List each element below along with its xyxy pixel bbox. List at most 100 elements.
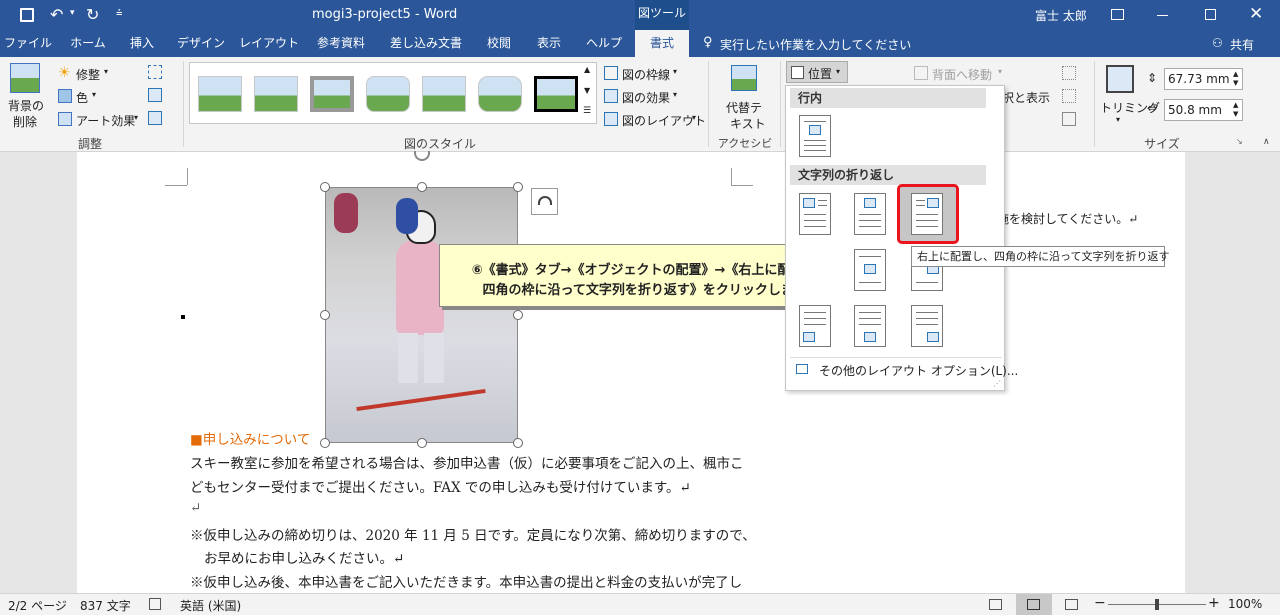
collapse-ribbon-icon[interactable]: ∧ [1263,137,1270,147]
more-layout-options[interactable]: その他のレイアウト オプション(L)... [819,362,1018,379]
zoom-level[interactable]: 100% [1228,597,1262,611]
zoom-slider-thumb[interactable] [1155,599,1159,610]
size-dialog-launcher-icon[interactable]: ↘ [1236,137,1243,146]
picture-style-thumb[interactable] [478,76,522,112]
corrections-button[interactable]: 修整 [76,66,100,83]
remove-background-icon [10,63,40,93]
remove-background-button[interactable]: 背景の 削除 [4,61,46,131]
gallery-more-icon[interactable]: ☰ [583,106,591,116]
artistic-effects-button[interactable]: アート効果 [76,112,135,129]
title-bar: ↶ ▾ ↻ ⩮ mogi3-project5 - Word 図ツール 富士 太郎… [0,0,1280,30]
position-top-center-option[interactable] [854,193,886,235]
position-bottom-left-option[interactable] [799,305,831,347]
reset-picture-icon[interactable] [148,111,162,125]
tab-review[interactable]: 校閲 [476,30,522,57]
selected-picture[interactable] [325,187,518,443]
close-icon[interactable]: ✕ [1249,4,1263,24]
resize-handle[interactable] [417,182,427,192]
share-button[interactable]: 共有 [1230,36,1254,53]
resize-grip-icon[interactable]: ⋰ [993,379,1001,388]
ribbon: 背景の 削除 ☀ 修整 ▾ 色 ▾ アート効果 ▾ 調整 ▲ ▼ ☰ 図の枠線 … [0,57,1280,166]
position-bottom-right-option[interactable] [911,305,943,347]
zoom-in-icon[interactable]: + [1208,595,1220,611]
word-count[interactable]: 837 文字 [80,597,131,614]
page-count[interactable]: 2/2 ページ [8,597,67,614]
tab-mailings[interactable]: 差し込み文書 [380,30,472,57]
position-middle-left-option[interactable] [854,249,886,291]
height-spinner-icon[interactable]: ▲ ▼ [1233,70,1238,88]
resize-handle[interactable] [417,438,427,448]
position-bottom-center-option[interactable] [854,305,886,347]
picture-style-thumb[interactable] [366,76,410,112]
maximize-icon[interactable] [1205,9,1216,20]
position-top-left-option[interactable] [799,193,831,235]
tab-home[interactable]: ホーム [60,30,116,57]
height-input[interactable]: 67.73 mm ▲ ▼ [1164,68,1243,90]
read-mode-icon[interactable] [989,599,1002,610]
tell-me-search[interactable]: 実行したい作業を入力してください [720,36,911,53]
customize-qat-icon[interactable]: ⩮ [116,6,122,20]
selection-pane-button[interactable]: 択と表示 [1002,89,1050,106]
color-button[interactable]: 色 [76,89,88,106]
ribbon-display-options-icon[interactable] [1111,9,1124,20]
redo-icon[interactable]: ↻ [86,5,99,24]
resize-handle[interactable] [320,438,330,448]
position-top-right-option[interactable] [911,193,943,235]
tab-format[interactable]: 書式 [635,30,689,57]
width-spinner-icon[interactable]: ▲ ▼ [1233,101,1238,119]
picture-style-thumb[interactable] [198,76,242,112]
change-picture-icon[interactable] [148,88,162,102]
picture-style-thumb[interactable] [534,76,578,112]
picture-style-thumb[interactable] [254,76,298,112]
position-button[interactable]: 位置 ▾ [786,61,848,83]
corrections-icon: ☀ [58,65,71,81]
tab-file[interactable]: ファイル [0,30,56,57]
minimize-icon[interactable] [1157,15,1168,16]
crop-button[interactable]: トリミング ▾ [1098,63,1160,131]
web-layout-icon[interactable] [1065,599,1078,610]
user-name[interactable]: 富士 太郎 [1035,7,1087,24]
layout-options-icon[interactable] [531,188,558,215]
rotate-icon[interactable] [1062,112,1076,126]
compress-pictures-icon[interactable] [148,65,162,79]
align-icon[interactable] [1062,66,1076,80]
picture-styles-group-label: 図のスタイル [403,137,476,151]
gallery-scroll-down-icon[interactable]: ▼ [584,86,590,95]
tab-view[interactable]: 表示 [526,30,572,57]
width-input[interactable]: 50.8 mm ▲ ▼ [1164,99,1243,121]
body-line: お早めにお申し込みください。↵ [204,551,405,567]
picture-style-thumb[interactable] [310,76,354,112]
tab-layout[interactable]: レイアウト [236,30,302,57]
picture-effects-button[interactable]: 図の効果 [622,89,670,106]
gallery-scroll-up-icon[interactable]: ▲ [584,65,590,74]
section-heading: ■申し込みについて [190,432,311,448]
group-icon[interactable] [1062,89,1076,103]
resize-handle[interactable] [513,310,523,320]
language-status[interactable]: 英語 (米国) [180,597,241,614]
send-backward-icon [914,66,928,80]
save-icon[interactable] [20,8,34,22]
inline-header: 行内 [790,88,986,108]
picture-styles-gallery[interactable]: ▲ ▼ ☰ [189,62,597,124]
proofing-icon[interactable] [149,598,161,610]
position-inline-option[interactable] [799,115,831,157]
tab-design[interactable]: デザイン [170,30,232,57]
alt-text-button[interactable]: 代替テ キスト [720,63,770,131]
tab-help[interactable]: ヘルプ [576,30,632,57]
print-layout-icon[interactable] [1016,594,1052,615]
zoom-slider[interactable] [1108,599,1206,610]
tab-references[interactable]: 参考資料 [306,30,376,57]
share-icon[interactable]: ⚇ [1212,36,1223,50]
resize-handle[interactable] [513,438,523,448]
send-backward-button[interactable]: 背面へ移動 [932,66,992,83]
undo-icon[interactable]: ↶ [50,5,63,24]
resize-handle[interactable] [320,182,330,192]
picture-border-button[interactable]: 図の枠線 [622,66,670,83]
picture-style-thumb[interactable] [422,76,466,112]
resize-handle[interactable] [320,310,330,320]
undo-dropdown-icon[interactable]: ▾ [70,8,75,18]
zoom-out-icon[interactable]: − [1094,595,1106,611]
document-title: mogi3-project5 - Word [312,7,458,22]
tab-insert[interactable]: 挿入 [120,30,164,57]
resize-handle[interactable] [513,182,523,192]
